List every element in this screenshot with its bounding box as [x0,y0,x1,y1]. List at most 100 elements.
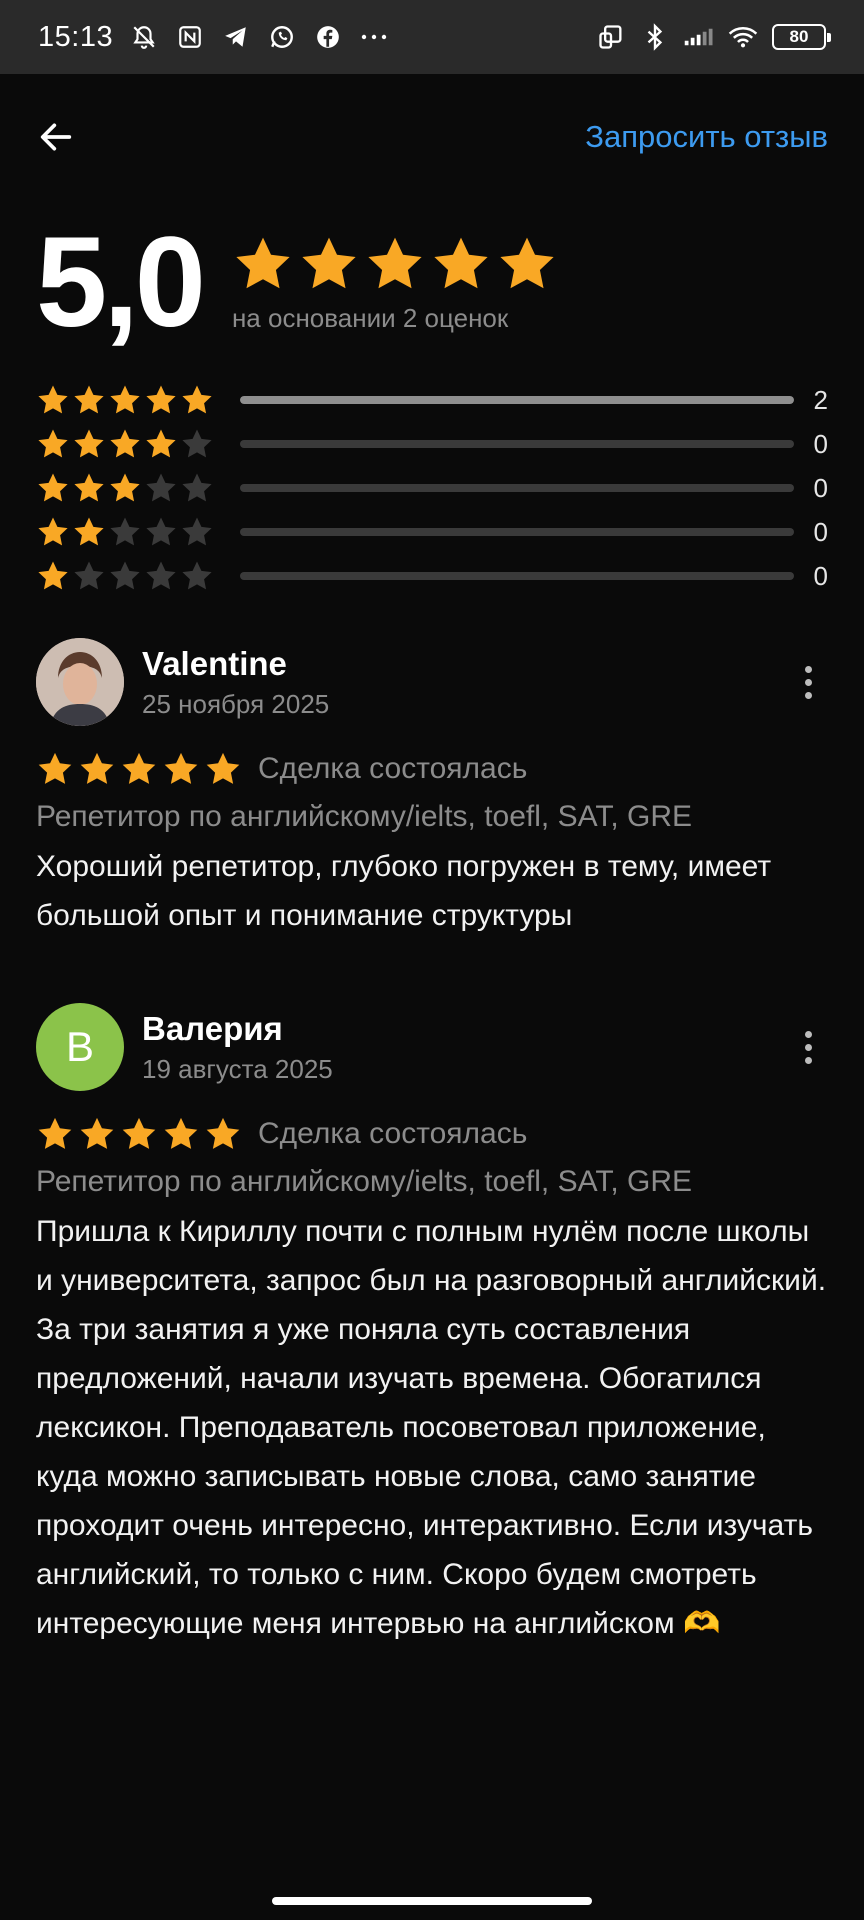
review-menu-button[interactable] [788,652,828,712]
rating-summary: 5,0 на основании 2 оценок [36,218,828,348]
breakdown-stars [36,471,216,505]
breakdown-stars [36,383,216,417]
average-rating: 5,0 [36,211,206,354]
breakdown-row-2: 0 [36,510,828,554]
star-empty-icon [182,561,212,590]
star-filled-icon [38,385,68,414]
more-vert-icon [804,1030,812,1038]
star-filled-icon [80,1117,114,1149]
more-vert-dot [804,1043,812,1051]
star-filled-icon [110,473,140,502]
star-filled-icon [146,385,176,414]
breakdown-bar [240,572,794,580]
breakdown-count: 0 [813,560,828,591]
signal-icon [684,22,714,52]
battery-indicator: 80 [772,24,831,50]
review-stars [36,750,242,788]
breakdown-stars [36,515,216,549]
review-date: 25 ноября 2025 [142,688,330,719]
user-photo-icon [36,638,124,726]
star-empty-icon [146,561,176,590]
star-empty-icon [146,473,176,502]
breakdown-bar-fill [240,396,794,404]
star-filled-icon [38,517,68,546]
review-card: Valentine 25 ноября 2025 Сделка состояла… [36,638,828,940]
star-empty-icon [146,517,176,546]
star-filled-icon [236,237,290,288]
star-empty-icon [182,517,212,546]
facebook-icon [313,22,343,52]
screen-mirror-icon [596,22,626,52]
avatar[interactable] [36,638,124,726]
rating-count-text: на основании 2 оценок [231,302,509,333]
review-menu-button[interactable] [788,1017,828,1077]
more-vert-dot [804,691,812,699]
more-vert-icon [804,665,812,673]
star-filled-icon [74,473,104,502]
star-empty-icon [110,517,140,546]
review-stars [36,1115,242,1153]
nfc-icon [175,22,205,52]
star-filled-icon [500,237,554,288]
avatar[interactable]: В [36,1003,124,1091]
star-filled-icon [146,429,176,458]
star-filled-icon [434,237,488,288]
star-filled-icon [38,1117,72,1149]
star-filled-icon [38,473,68,502]
breakdown-bar [240,396,794,404]
breakdown-count: 0 [813,428,828,459]
star-empty-icon [182,473,212,502]
star-filled-icon [74,429,104,458]
bluetooth-icon [640,22,670,52]
breakdown-count: 0 [813,516,828,547]
star-filled-icon [74,517,104,546]
service-category: Репетитор по английскому/ielts, toefl, S… [36,1165,693,1198]
breakdown-row-3: 0 [36,466,828,510]
status-time: 15:13 [38,20,114,53]
request-review-link[interactable]: Запросить отзыв [585,119,828,155]
star-empty-icon [182,429,212,458]
star-filled-icon [122,752,156,784]
star-filled-icon [122,1117,156,1149]
breakdown-row-5: 2 [36,378,828,422]
review-text: Пришла к Кириллу почти с полным нулём по… [36,1215,827,1640]
do-not-disturb-off-icon [129,22,159,52]
home-indicator[interactable] [272,1897,592,1905]
breakdown-row-4: 0 [36,422,828,466]
star-filled-icon [368,237,422,288]
star-filled-icon [182,385,212,414]
star-filled-icon [110,429,140,458]
breakdown-stars [36,427,216,461]
breakdown-stars [36,559,216,593]
arrow-left-icon [36,117,76,157]
star-empty-icon [74,561,104,590]
back-button[interactable] [36,110,90,164]
star-filled-icon [38,561,68,590]
breakdown-bar [240,484,794,492]
star-filled-icon [74,385,104,414]
breakdown-count: 0 [813,472,828,503]
star-filled-icon [206,752,240,784]
rating-breakdown: 2 0 0 0 0 [36,378,828,598]
service-category: Репетитор по английскому/ielts, toefl, S… [36,800,693,833]
review-text: Хороший репетитор, глубоко погружен в те… [36,850,772,932]
star-filled-icon [164,752,198,784]
whatsapp-icon [267,22,297,52]
review-card: В Валерия 19 августа 2025 Сделка состоял… [36,1003,828,1648]
reviewer-name: Валерия [142,1009,283,1047]
top-bar: Запросить отзыв [36,100,828,174]
review-date: 19 августа 2025 [142,1053,333,1084]
star-filled-icon [38,752,72,784]
breakdown-bar [240,528,794,536]
breakdown-bar [240,440,794,448]
more-vert-dot [804,1056,812,1064]
more-dots-icon [359,22,389,52]
star-filled-icon [110,385,140,414]
breakdown-row-1: 0 [36,554,828,598]
wifi-icon [728,22,758,52]
reviewer-name: Valentine [142,644,287,682]
deal-status: Сделка состоялась [258,752,528,785]
reviews-screen: 15:13 80 Запросить отзыв 5,0 на основани… [0,0,864,1920]
status-bar: 15:13 80 [0,0,864,74]
breakdown-count: 2 [813,384,828,415]
